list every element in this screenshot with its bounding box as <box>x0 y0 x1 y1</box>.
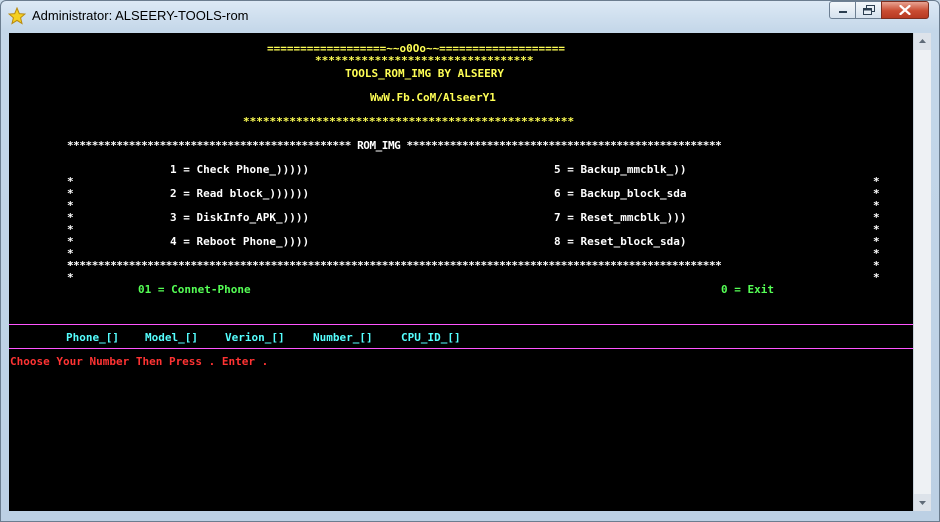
menu-item-3: 3 = DiskInfo_APK_)))) <box>170 211 310 224</box>
minimize-button[interactable] <box>829 1 856 19</box>
menu-item-2: 2 = Read block_)))))) <box>170 187 310 200</box>
title-bar[interactable]: Administrator: ALSEERY-TOOLS-rom <box>0 0 940 34</box>
maximize-icon <box>862 5 875 15</box>
option-connect: 01 = Connet-Phone <box>138 283 251 296</box>
menu-right-border: * * * * * * * * * <box>873 175 880 284</box>
input-prompt: Choose Your Number Then Press . Enter . <box>10 355 269 368</box>
banner-star-line: ********************************* <box>315 54 534 67</box>
close-button[interactable] <box>881 1 929 19</box>
banner-url: WwW.Fb.CoM/AlseerY1 <box>370 91 496 104</box>
maximize-button[interactable] <box>855 1 882 19</box>
divider-top <box>9 324 913 325</box>
menu-item-1: 1 = Check Phone_))))) <box>170 163 310 176</box>
menu-item-7: 7 = Reset_mmcblk_))) <box>554 211 687 224</box>
scroll-up-button[interactable] <box>914 33 931 50</box>
status-model: Model_[] <box>145 331 198 344</box>
scroll-down-button[interactable] <box>914 494 931 511</box>
status-number: Number_[] <box>313 331 373 344</box>
scroll-down-icon <box>919 501 926 505</box>
menu-item-5: 5 = Backup_mmcblk_)) <box>554 163 687 176</box>
status-phone: Phone_[] <box>66 331 119 344</box>
menu-item-4: 4 = Reboot Phone_)))) <box>170 235 310 248</box>
status-cpu-id: CPU_ID_[] <box>401 331 461 344</box>
menu-item-8: 8 = Reset_block_sda) <box>554 235 687 248</box>
console-output[interactable]: ==================~~o0Oo~~==============… <box>9 33 913 511</box>
window-title: Administrator: ALSEERY-TOOLS-rom <box>32 8 249 23</box>
close-icon <box>899 5 911 15</box>
menu-header: ****************************************… <box>67 139 722 152</box>
menu-footer: ****************************************… <box>67 259 722 272</box>
scroll-track[interactable] <box>914 50 931 494</box>
minimize-icon <box>838 11 847 13</box>
status-version: Verion_[] <box>225 331 285 344</box>
divider-bottom <box>9 348 913 349</box>
banner-star-line-long: ****************************************… <box>243 115 575 128</box>
menu-item-6: 6 = Backup_block_sda <box>554 187 687 200</box>
vertical-scrollbar[interactable] <box>913 33 931 511</box>
banner-title: TOOLS_ROM_IMG BY ALSEERY <box>345 67 504 80</box>
option-exit: 0 = Exit <box>721 283 774 296</box>
star-icon <box>8 7 26 25</box>
scroll-up-icon <box>919 39 926 43</box>
